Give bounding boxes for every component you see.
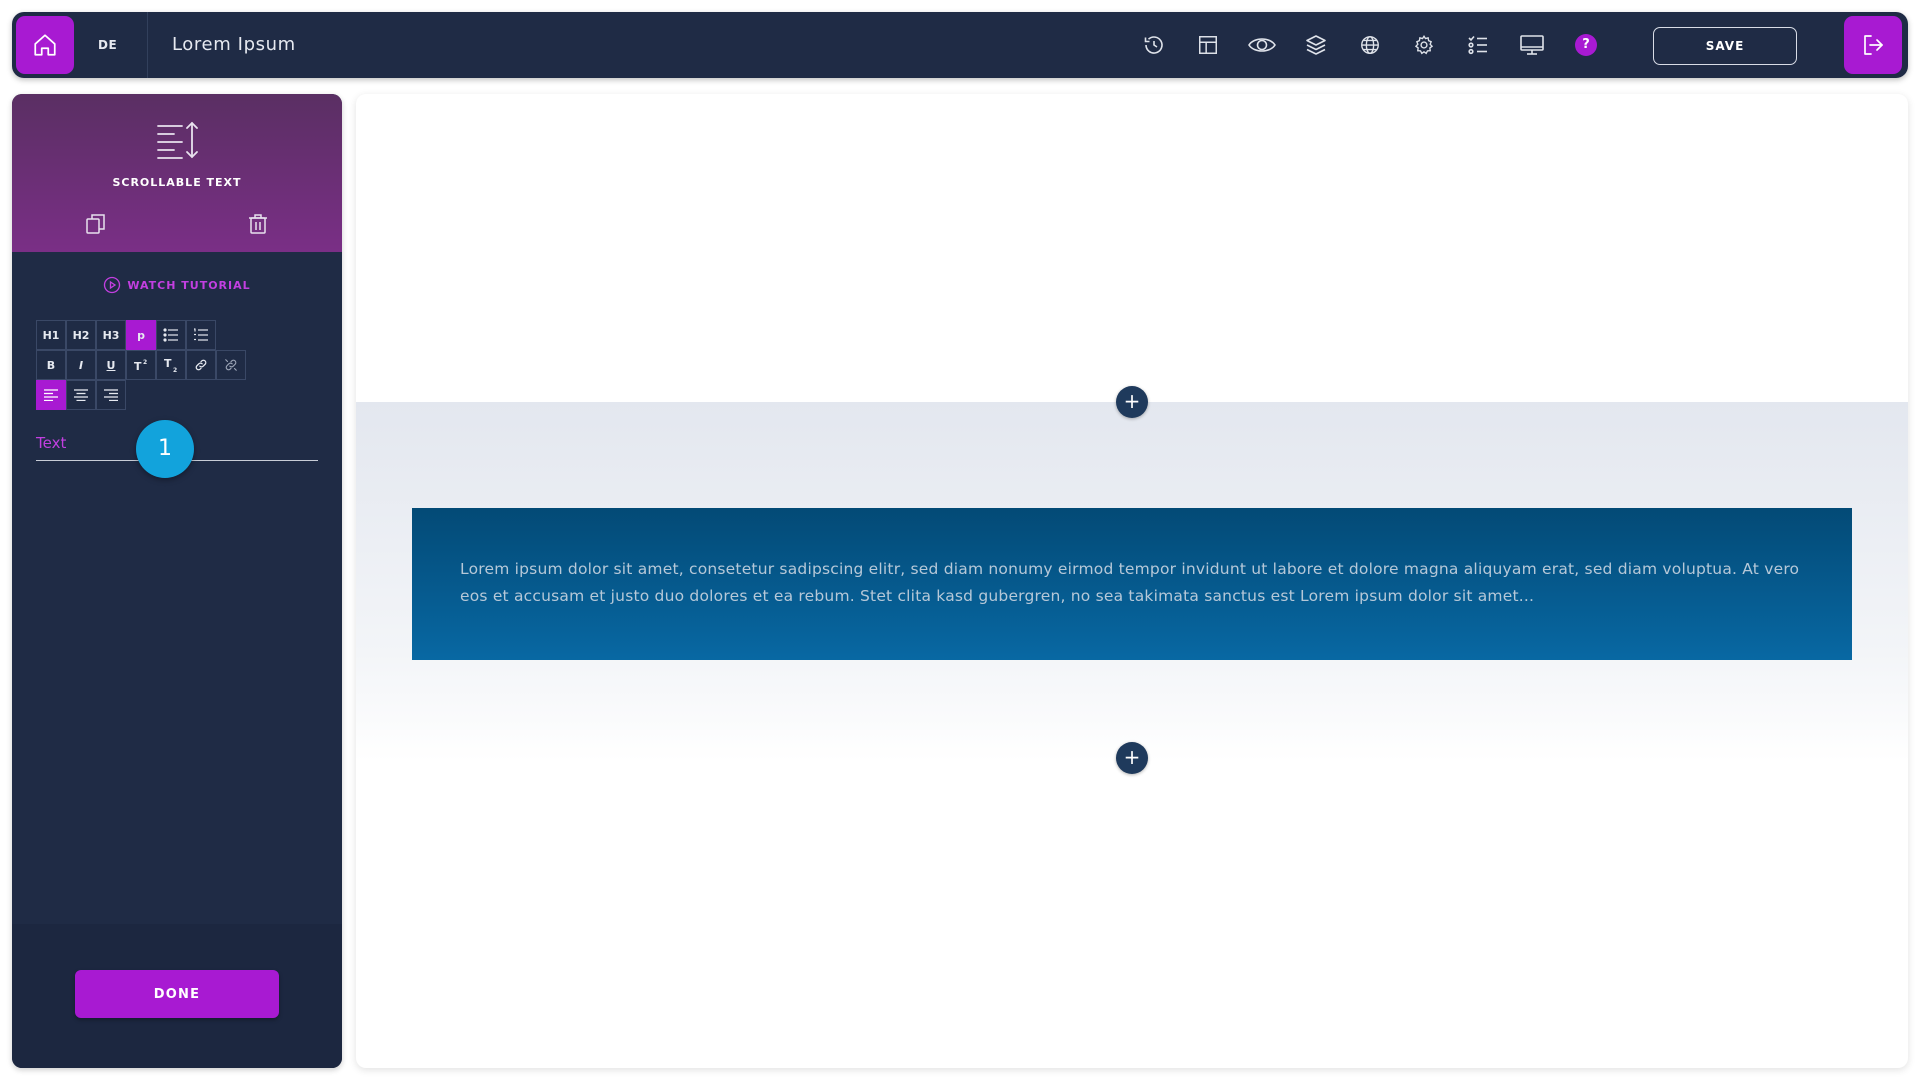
format-bold-button[interactable]: B	[36, 350, 66, 380]
preview-button[interactable]	[1244, 27, 1280, 63]
align-right-button[interactable]	[96, 380, 126, 410]
page-title: Lorem Ipsum	[172, 34, 296, 55]
format-superscript-button[interactable]: T 2	[126, 350, 156, 380]
home-button[interactable]	[16, 16, 74, 74]
logout-icon	[1864, 35, 1883, 55]
watch-tutorial-label: WATCH TUTORIAL	[127, 278, 251, 292]
format-paragraph-button[interactable]: p	[126, 320, 156, 350]
toolbar-divider	[147, 12, 148, 78]
svg-text:T: T	[164, 357, 172, 370]
globe-icon	[1361, 36, 1379, 54]
language-switch[interactable]: DE	[98, 12, 117, 78]
history-button[interactable]	[1136, 27, 1172, 63]
insert-link-button[interactable]	[186, 350, 216, 380]
format-h3-button[interactable]: H3	[96, 320, 126, 350]
link-icon	[195, 359, 207, 371]
done-button[interactable]: DONE	[75, 970, 279, 1018]
save-button[interactable]: SAVE	[1653, 27, 1797, 65]
device-preview-button[interactable]	[1514, 27, 1550, 63]
layers-button[interactable]	[1298, 27, 1334, 63]
eye-icon	[1248, 38, 1276, 52]
remove-link-button[interactable]	[216, 350, 246, 380]
checklist-icon	[1468, 35, 1487, 55]
align-center-button[interactable]	[66, 380, 96, 410]
copy-icon	[86, 214, 105, 234]
format-h1-button[interactable]: H1	[36, 320, 66, 350]
scrollable-text-block[interactable]: Lorem ipsum dolor sit amet, consetetur s…	[412, 508, 1852, 660]
play-circle-icon	[104, 276, 121, 294]
format-italic-button[interactable]: I	[66, 350, 96, 380]
align-right-icon	[104, 389, 118, 401]
format-h2-button[interactable]: H2	[66, 320, 96, 350]
plus-icon: +	[1123, 745, 1141, 769]
text-field-label: Text	[36, 434, 67, 452]
step-badge: 1	[136, 420, 194, 478]
layout-icon	[1199, 36, 1217, 54]
home-icon	[34, 34, 56, 56]
duplicate-button[interactable]	[84, 212, 108, 236]
add-section-button-top[interactable]: +	[1116, 386, 1148, 418]
numbered-list-icon	[194, 328, 208, 341]
add-section-button-bottom[interactable]: +	[1116, 742, 1148, 774]
subscript-icon: T 2	[164, 357, 177, 373]
format-subscript-button[interactable]: T 2	[156, 350, 186, 380]
watch-tutorial-link[interactable]: WATCH TUTORIAL	[12, 276, 342, 294]
element-settings-panel: SCROLLABLE TEXT WATCH TUTORIAL H1 H2 H3	[12, 94, 342, 1068]
numbered-list-button[interactable]	[186, 320, 216, 350]
help-icon: ?	[1575, 34, 1597, 56]
align-center-icon	[74, 389, 88, 401]
help-button[interactable]: ?	[1568, 27, 1604, 63]
gear-icon	[1414, 35, 1434, 55]
align-left-icon	[44, 389, 58, 401]
unlink-icon	[225, 359, 237, 371]
scrollable-text-content: Lorem ipsum dolor sit amet, consetetur s…	[460, 560, 1800, 605]
editor-app: DE Lorem Ipsum ? SAVE SCROLLABLE TEXT WA…	[12, 12, 1908, 1068]
settings-button[interactable]	[1406, 27, 1442, 63]
top-toolbar: DE Lorem Ipsum ? SAVE	[12, 12, 1908, 78]
desktop-icon	[1520, 35, 1544, 55]
language-settings-button[interactable]	[1352, 27, 1388, 63]
layers-icon	[1306, 35, 1326, 55]
align-left-button[interactable]	[36, 380, 66, 410]
element-header: SCROLLABLE TEXT	[12, 94, 342, 252]
svg-text:T: T	[134, 360, 142, 372]
plus-icon: +	[1123, 389, 1141, 413]
superscript-icon: T 2	[134, 359, 147, 372]
scrollable-text-icon	[157, 121, 198, 159]
history-icon	[1144, 36, 1163, 54]
element-type-label: SCROLLABLE TEXT	[112, 176, 242, 189]
exit-button[interactable]	[1844, 16, 1902, 74]
bullet-list-icon	[163, 328, 178, 342]
page-canvas: + Lorem ipsum dolor sit amet, consetetur…	[356, 94, 1908, 1068]
layout-button[interactable]	[1190, 27, 1226, 63]
trash-icon	[249, 214, 267, 234]
svg-text:2: 2	[173, 367, 177, 373]
svg-text:2: 2	[143, 359, 147, 366]
bullet-list-button[interactable]	[156, 320, 186, 350]
checklist-button[interactable]	[1460, 27, 1496, 63]
delete-button[interactable]	[246, 212, 270, 236]
format-underline-button[interactable]: U	[96, 350, 126, 380]
